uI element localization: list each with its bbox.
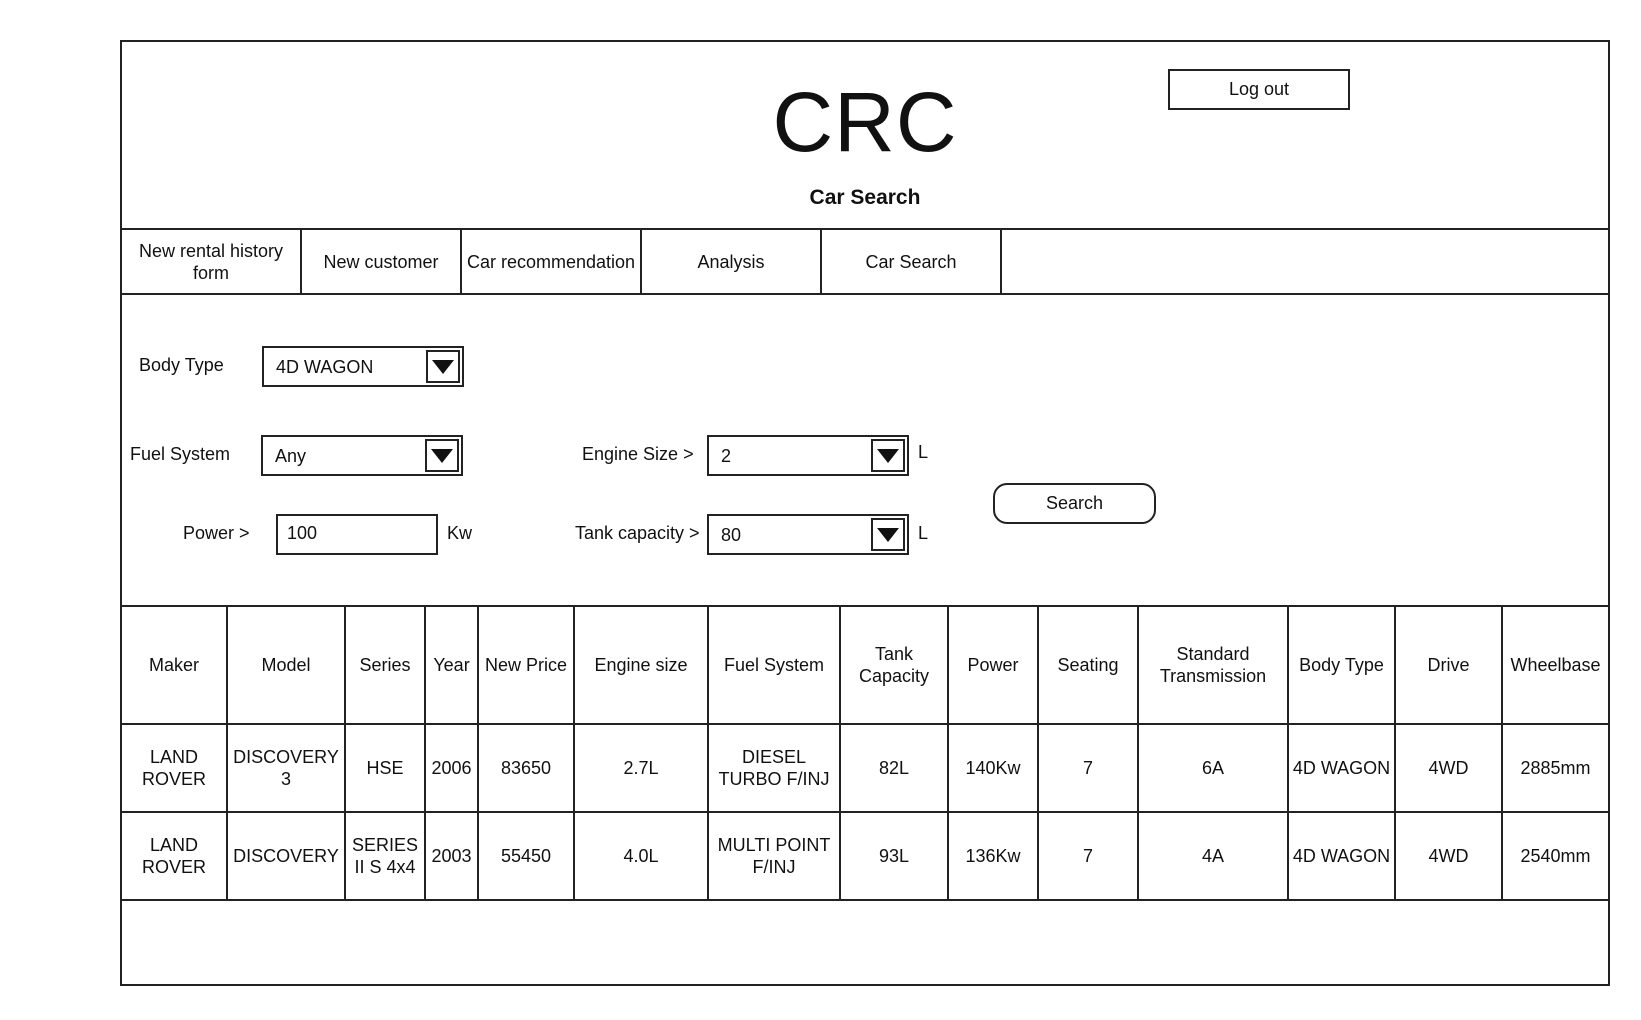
column-header: Tank Capacity [839, 605, 949, 725]
column-header: Drive [1394, 605, 1503, 725]
table-cell: DISCOVERY 3 [226, 723, 346, 813]
table-cell: SERIES II S 4x4 [344, 811, 426, 901]
column-header: Maker [122, 605, 228, 725]
fuel-system-label: Fuel System [130, 444, 231, 464]
table-cell: 7 [1037, 811, 1139, 901]
tab-car-recommendation[interactable]: Car recommendation [462, 230, 642, 293]
table-cell: 55450 [477, 811, 575, 901]
table-cell: 140Kw [947, 723, 1039, 813]
table-cell: 93L [839, 811, 949, 901]
table-cell: 4A [1137, 811, 1289, 901]
table-cell: 4D WAGON [1287, 811, 1396, 901]
column-header: Model [226, 605, 346, 725]
table-cell: MULTI POINT F/INJ [707, 811, 841, 901]
power-unit: Kw [447, 523, 473, 543]
tab-analysis[interactable]: Analysis [642, 230, 822, 293]
logout-button[interactable]: Log out [1168, 69, 1350, 110]
fuel-system-value: Any [275, 446, 307, 466]
chevron-down-icon[interactable] [426, 350, 460, 383]
tank-capacity-value: 80 [721, 525, 742, 545]
body-type-label: Body Type [139, 355, 224, 375]
tank-capacity-select[interactable]: 80 [707, 514, 909, 555]
column-header: Series [344, 605, 426, 725]
table-cell: 2.7L [573, 723, 709, 813]
column-header: Power [947, 605, 1039, 725]
power-label: Power > [183, 523, 250, 543]
table-row[interactable]: LAND ROVER DISCOVERY SERIES II S 4x4 200… [122, 811, 1608, 901]
table-cell: 7 [1037, 723, 1139, 813]
tab-new-customer[interactable]: New customer [302, 230, 462, 293]
app-title: CRC [772, 75, 958, 169]
body-type-select[interactable]: 4D WAGON [262, 346, 464, 387]
page-title: Car Search [809, 186, 921, 209]
table-cell: DISCOVERY [226, 811, 346, 901]
chevron-down-icon[interactable] [871, 439, 905, 472]
tab-car-search[interactable]: Car Search [822, 230, 1002, 293]
tab-new-rental-history-form[interactable]: New rental history form [122, 230, 302, 293]
column-header: Engine size [573, 605, 709, 725]
power-input[interactable]: 100 [276, 514, 438, 555]
column-header: Wheelbase [1501, 605, 1608, 725]
engine-size-label: Engine Size > [582, 444, 694, 464]
app-frame: CRC Car Search Log out New rental histor… [120, 40, 1610, 986]
table-cell: 136Kw [947, 811, 1039, 901]
table-cell: LAND ROVER [122, 811, 228, 901]
column-header: Fuel System [707, 605, 841, 725]
column-header: New Price [477, 605, 575, 725]
table-cell: 4WD [1394, 723, 1503, 813]
body-type-value: 4D WAGON [276, 357, 374, 377]
table-cell: 4WD [1394, 811, 1503, 901]
engine-size-select[interactable]: 2 [707, 435, 909, 476]
column-header: Standard Transmission [1137, 605, 1289, 725]
engine-size-unit: L [918, 442, 929, 462]
column-header: Seating [1037, 605, 1139, 725]
table-cell: 2003 [424, 811, 479, 901]
table-cell: 83650 [477, 723, 575, 813]
tank-capacity-label: Tank capacity > [575, 523, 700, 543]
column-header: Body Type [1287, 605, 1396, 725]
chevron-down-icon[interactable] [871, 518, 905, 551]
table-cell: LAND ROVER [122, 723, 228, 813]
search-button[interactable]: Search [993, 483, 1156, 524]
engine-size-value: 2 [721, 446, 732, 466]
table-cell: 4.0L [573, 811, 709, 901]
table-cell: 82L [839, 723, 949, 813]
results-table: Maker Model Series Year New Price Engine… [122, 605, 1608, 901]
table-header-row: Maker Model Series Year New Price Engine… [122, 605, 1608, 725]
table-row[interactable]: LAND ROVER DISCOVERY 3 HSE 2006 83650 2.… [122, 723, 1608, 813]
tank-capacity-unit: L [918, 523, 929, 543]
tab-bar: New rental history form New customer Car… [122, 228, 1608, 295]
table-cell: 2006 [424, 723, 479, 813]
fuel-system-select[interactable]: Any [261, 435, 463, 476]
table-cell: 2540mm [1501, 811, 1608, 901]
column-header: Year [424, 605, 479, 725]
table-cell: 6A [1137, 723, 1289, 813]
table-cell: 2885mm [1501, 723, 1608, 813]
table-cell: DIESEL TURBO F/INJ [707, 723, 841, 813]
table-cell: 4D WAGON [1287, 723, 1396, 813]
chevron-down-icon[interactable] [425, 439, 459, 472]
table-cell: HSE [344, 723, 426, 813]
